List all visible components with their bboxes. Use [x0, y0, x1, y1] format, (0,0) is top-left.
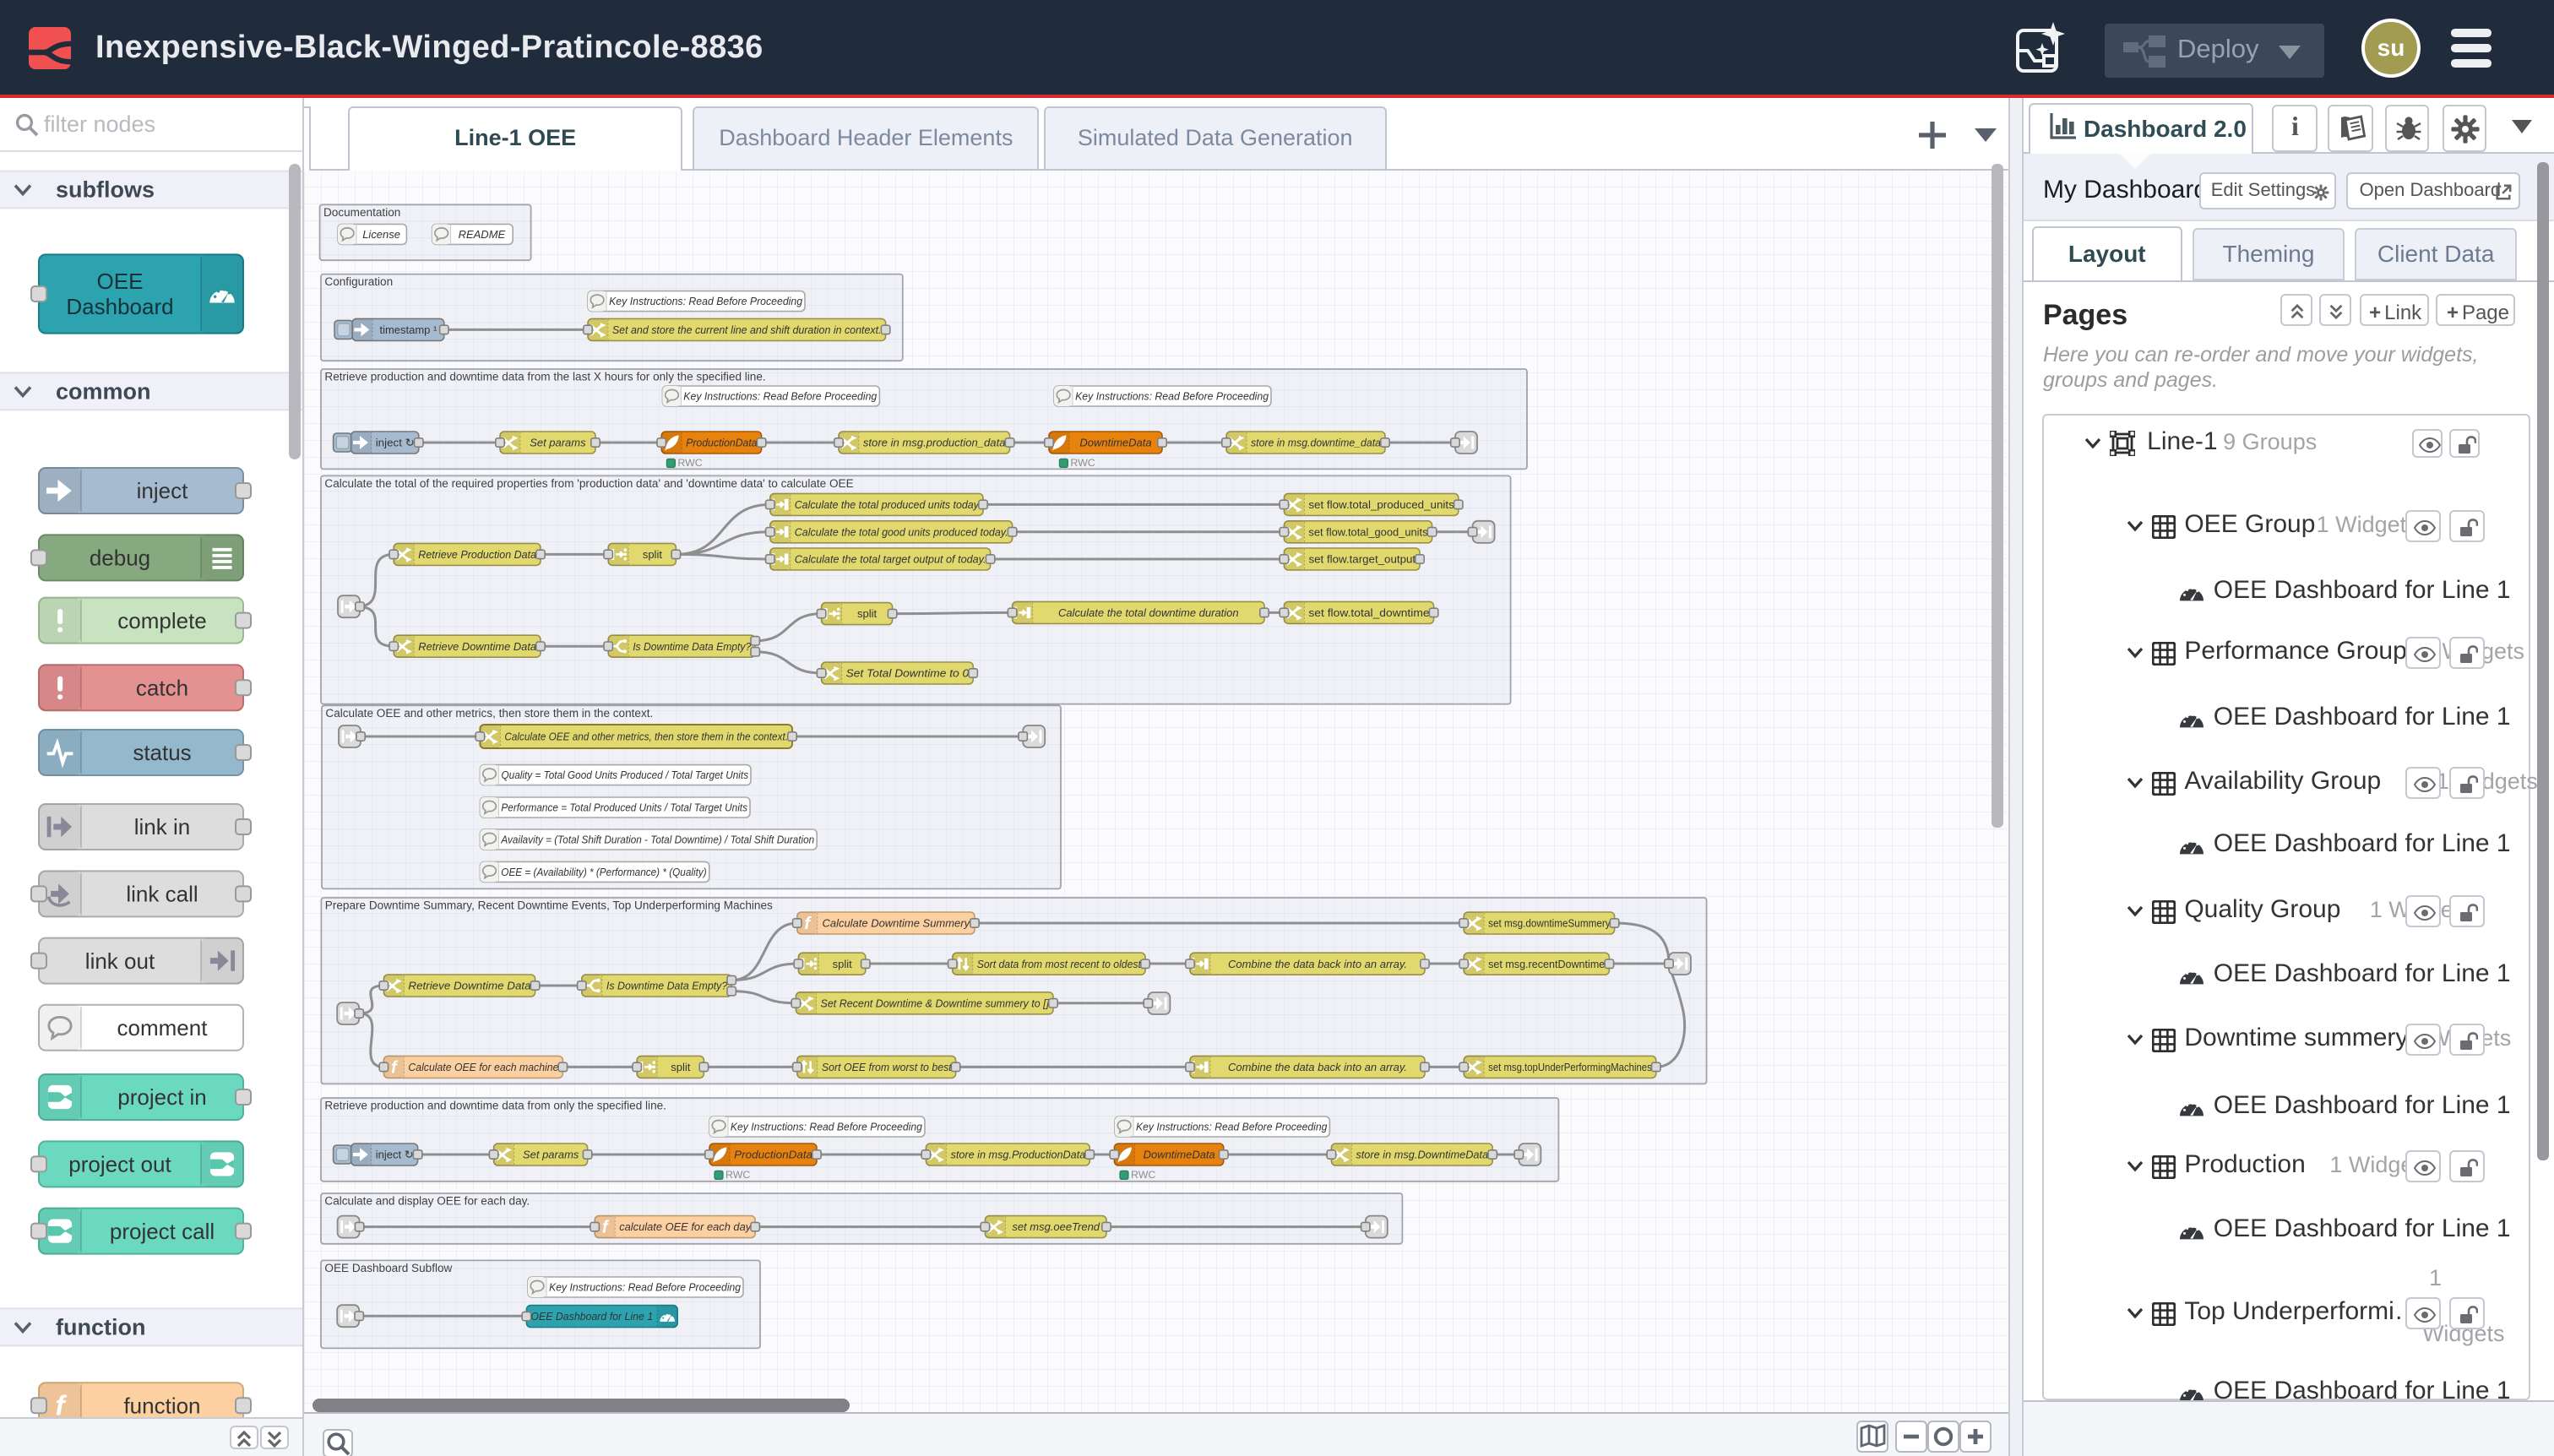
svg-text:inject: inject	[137, 477, 188, 503]
svg-text:Retrieve Downtime Data: Retrieve Downtime Data	[418, 639, 536, 652]
svg-text:License: License	[362, 227, 400, 240]
svg-text:Dashboard: Dashboard	[66, 293, 173, 318]
svg-text:Calculate and display OEE for: Calculate and display OEE for each day.	[324, 1194, 530, 1207]
svg-text:Is Downtime Data Empty?: Is Downtime Data Empty?	[633, 639, 752, 652]
svg-text:split: split	[643, 547, 662, 560]
svg-text:Sort data from most recent to: Sort data from most recent to oldest	[977, 957, 1143, 970]
svg-text:complete: complete	[117, 607, 207, 633]
svg-text:Set Total Downtime to 0: Set Total Downtime to 0	[846, 666, 970, 679]
svg-text:subflows: subflows	[56, 177, 155, 202]
svg-text:Documentation: Documentation	[323, 205, 400, 218]
svg-text:timestamp ¹: timestamp ¹	[379, 323, 437, 335]
svg-text:Calculate the total target out: Calculate the total target output of tod…	[795, 552, 986, 565]
svg-text:Calculate the total produced u: Calculate the total produced units today	[795, 497, 981, 510]
svg-text:status: status	[133, 739, 191, 764]
svg-text:link out: link out	[85, 948, 155, 973]
svg-text:Calculate OEE and other metric: Calculate OEE and other metrics, then st…	[504, 730, 788, 742]
svg-text:calculate OEE for each day: calculate OEE for each day	[619, 1220, 752, 1232]
svg-text:store in msg.downtime_data: store in msg.downtime_data	[1251, 436, 1381, 448]
svg-text:Key Instructions: Read Before: Key Instructions: Read Before Proceeding	[609, 294, 803, 307]
svg-text:Key Instructions: Read Before: Key Instructions: Read Before Proceeding	[1075, 389, 1269, 402]
svg-text:ProductionData: ProductionData	[734, 1148, 812, 1160]
svg-text:Calculate the total of the req: Calculate the total of the required prop…	[324, 476, 853, 489]
svg-text:link call: link call	[126, 881, 198, 906]
svg-text:README: README	[459, 227, 506, 240]
svg-text:function: function	[56, 1313, 145, 1339]
svg-text:set msg.downtimeSummery: set msg.downtimeSummery	[1488, 916, 1611, 929]
svg-text:Availavity = (Total Shift Dura: Availavity = (Total Shift Duration - Tot…	[500, 833, 814, 845]
svg-text:RWC: RWC	[677, 456, 702, 468]
svg-text:Retrieve production and downti: Retrieve production and downtime data fr…	[324, 370, 765, 383]
svg-text:Performance = Total Produced U: Performance = Total Produced Units / Tot…	[501, 801, 747, 813]
svg-text:store in msg.ProductionData: store in msg.ProductionData	[950, 1148, 1085, 1160]
svg-text:RWC: RWC	[1131, 1168, 1155, 1180]
svg-text:OEE: OEE	[97, 268, 144, 293]
svg-text:Calculate OEE for each machine: Calculate OEE for each machine	[408, 1060, 558, 1073]
svg-text:project call: project call	[110, 1218, 215, 1243]
svg-text:OEE Dashboard for Line 1: OEE Dashboard for Line 1	[530, 1309, 653, 1322]
svg-text:Key Instructions: Read Before: Key Instructions: Read Before Proceeding	[683, 389, 878, 402]
svg-text:Retrieve Production Data: Retrieve Production Data	[418, 547, 536, 560]
svg-text:Calculate the total good units: Calculate the total good units produced …	[795, 524, 1008, 537]
svg-text:Key Instructions: Read Before: Key Instructions: Read Before Proceeding	[731, 1120, 923, 1133]
svg-text:split: split	[833, 957, 852, 970]
svg-text:Key Instructions: Read Before: Key Instructions: Read Before Proceeding	[1136, 1120, 1328, 1133]
svg-text:Is Downtime Data Empty?: Is Downtime Data Empty?	[606, 979, 728, 991]
svg-text:OEE Dashboard Subflow: OEE Dashboard Subflow	[324, 1261, 452, 1274]
svg-text:set msg.recentDowntime: set msg.recentDowntime	[1488, 957, 1605, 970]
svg-text:set flow.target_output: set flow.target_output	[1308, 552, 1416, 565]
svg-text:Set and store the current line: Set and store the current line and shift…	[612, 323, 882, 335]
svg-text:Calculate Downtime Summery: Calculate Downtime Summery	[822, 916, 970, 929]
svg-text:RWC: RWC	[1070, 456, 1095, 468]
svg-text:set flow.total_produced_units: set flow.total_produced_units	[1308, 497, 1454, 510]
svg-text:common: common	[56, 378, 151, 403]
svg-text:Configuration: Configuration	[324, 274, 393, 287]
svg-text:Retrieve Downtime Data: Retrieve Downtime Data	[408, 979, 530, 991]
svg-text:Combine the data back into an: Combine the data back into an array.	[1228, 957, 1407, 970]
svg-text:set msg.topUnderPerformingMach: set msg.topUnderPerformingMachines	[1488, 1060, 1652, 1073]
svg-text:Key Instructions: Read Before: Key Instructions: Read Before Proceeding	[549, 1280, 742, 1293]
svg-text:project in: project in	[117, 1084, 207, 1109]
svg-text:DowntimeData: DowntimeData	[1144, 1148, 1215, 1160]
svg-text:Sort OEE from worst to best: Sort OEE from worst to best	[822, 1060, 953, 1073]
svg-text:inject ↻: inject ↻	[376, 436, 415, 448]
svg-text:Retrieve production and downti: Retrieve production and downtime data fr…	[324, 1099, 666, 1111]
svg-text:Set params: Set params	[523, 1148, 579, 1160]
svg-text:Set params: Set params	[530, 436, 586, 448]
svg-text:Combine the data back into an: Combine the data back into an array.	[1228, 1060, 1407, 1073]
svg-text:OEE = (Availability) * (Perfor: OEE = (Availability) * (Performance) * (…	[501, 865, 706, 877]
svg-text:set flow.total_downtime: set flow.total_downtime	[1308, 606, 1429, 618]
svg-text:Calculate OEE and other metric: Calculate OEE and other metrics, then st…	[325, 706, 653, 719]
svg-text:project out: project out	[68, 1151, 171, 1176]
svg-text:catch: catch	[136, 674, 188, 699]
svg-text:Set Recent Downtime & Downtime: Set Recent Downtime & Downtime summery t…	[820, 996, 1049, 1008]
svg-text:ProductionData: ProductionData	[686, 436, 757, 448]
svg-text:store in msg.production_data: store in msg.production_data	[863, 436, 1006, 448]
svg-text:Calculate the total downtime d: Calculate the total downtime duration	[1058, 606, 1239, 618]
svg-text:RWC: RWC	[725, 1168, 750, 1180]
svg-text:set msg.oeeTrend: set msg.oeeTrend	[1012, 1220, 1100, 1232]
svg-text:comment: comment	[117, 1014, 209, 1040]
svg-text:store in msg.DowntimeData: store in msg.DowntimeData	[1356, 1148, 1488, 1160]
svg-text:DowntimeData: DowntimeData	[1079, 436, 1151, 448]
svg-text:Prepare Downtime Summary, Rece: Prepare Downtime Summary, Recent Downtim…	[325, 899, 773, 911]
svg-text:debug: debug	[90, 545, 150, 570]
svg-text:Quality = Total Good Units Pro: Quality = Total Good Units Produced / To…	[501, 768, 748, 780]
svg-text:set flow.total_good_units: set flow.total_good_units	[1308, 524, 1428, 537]
svg-text:function: function	[123, 1392, 200, 1417]
svg-text:inject ↻: inject ↻	[376, 1148, 414, 1160]
svg-text:split: split	[671, 1060, 690, 1073]
svg-text:link in: link in	[134, 813, 190, 839]
svg-text:split: split	[857, 606, 877, 619]
